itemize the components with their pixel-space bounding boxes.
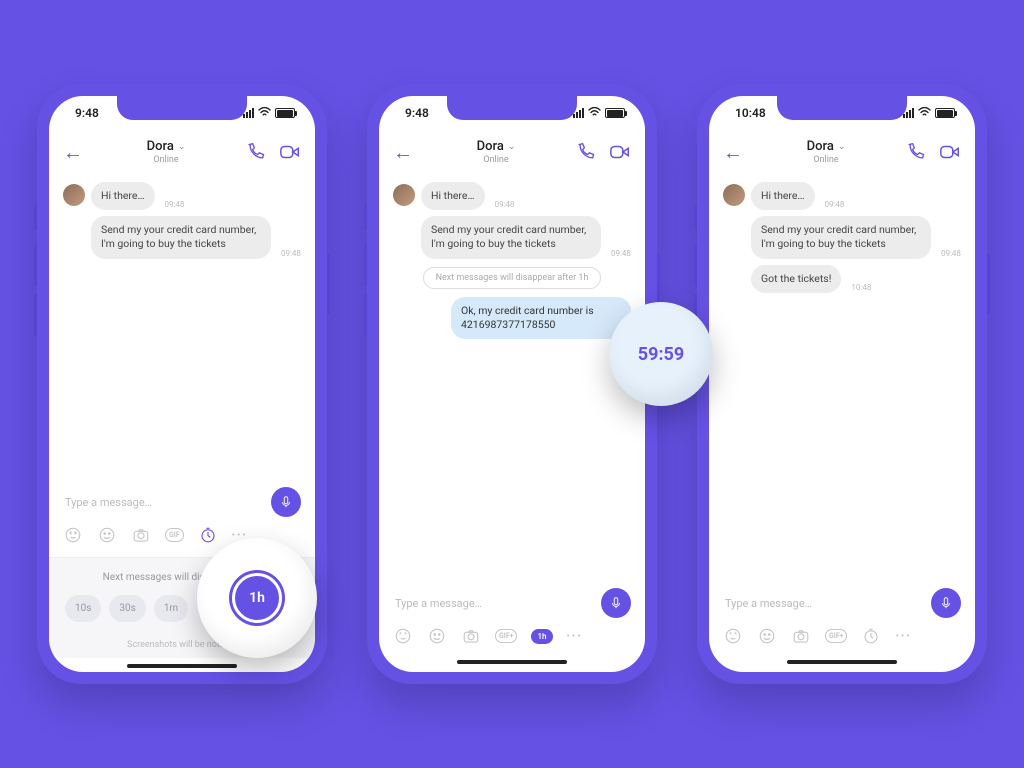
magnifier-lens: 1h bbox=[197, 538, 317, 658]
phone-mockup-1: 9:48 ← Dora⌄ Online Hi ther bbox=[37, 84, 327, 684]
video-call-button[interactable] bbox=[609, 141, 631, 163]
chip-1h-selected[interactable]: 1h bbox=[232, 573, 282, 623]
message-bubble: Got the tickets! bbox=[751, 265, 841, 293]
timestamp: 09:48 bbox=[611, 249, 631, 258]
video-call-button[interactable] bbox=[939, 141, 961, 163]
battery-icon bbox=[275, 108, 295, 118]
timestamp: 10:48 bbox=[851, 283, 871, 292]
back-button[interactable]: ← bbox=[393, 140, 417, 165]
timestamp: 09:48 bbox=[495, 200, 515, 209]
battery-icon bbox=[935, 108, 955, 118]
camera-icon[interactable] bbox=[131, 525, 151, 545]
chevron-down-icon: ⌄ bbox=[508, 142, 516, 152]
message-input[interactable]: Type a message… bbox=[393, 591, 593, 616]
composer: Type a message… GIF+ ••• bbox=[709, 580, 975, 672]
contact-name[interactable]: Dora bbox=[477, 139, 504, 154]
magnifier-lens: 59:59 bbox=[609, 302, 713, 406]
sticker-icon[interactable] bbox=[723, 626, 743, 646]
notch bbox=[117, 96, 247, 120]
message-bubble: Hi there… bbox=[91, 182, 155, 210]
mic-button[interactable] bbox=[271, 487, 301, 517]
camera-icon[interactable] bbox=[461, 626, 481, 646]
info-pill: Next messages will disappear after 1h bbox=[423, 267, 602, 289]
message-input[interactable]: Type a message… bbox=[63, 490, 263, 515]
message-input[interactable]: Type a message… bbox=[723, 591, 923, 616]
clock: 9:48 bbox=[405, 106, 429, 120]
chip-30s[interactable]: 30s bbox=[109, 595, 145, 622]
message-bubble-outgoing: Ok, my credit card number is 42169873771… bbox=[451, 297, 631, 339]
emoji-icon[interactable] bbox=[427, 626, 447, 646]
timestamp: 09:48 bbox=[281, 249, 301, 258]
phone-mockup-3: 10:48 ← Dora ⌄ Online Hi there… 09:48 bbox=[697, 84, 987, 684]
nav-bar: ← Dora ⌄ Online bbox=[379, 130, 645, 174]
voice-call-button[interactable] bbox=[245, 141, 267, 163]
timestamp: 09:48 bbox=[825, 200, 845, 209]
message-bubble: Hi there… bbox=[751, 182, 815, 210]
gif-icon[interactable]: GIF bbox=[165, 528, 184, 542]
chevron-down-icon: ⌄ bbox=[838, 142, 846, 152]
timer-icon[interactable] bbox=[861, 626, 881, 646]
message-bubble: Hi there… bbox=[421, 182, 485, 210]
wifi-icon bbox=[258, 106, 271, 120]
back-button[interactable]: ← bbox=[63, 140, 87, 165]
chat-area: Hi there… 09:48 Send my your credit card… bbox=[49, 174, 315, 479]
home-indicator[interactable] bbox=[457, 660, 567, 664]
wifi-icon bbox=[918, 106, 931, 120]
nav-bar: ← Dora ⌄ Online bbox=[709, 130, 975, 174]
gif-icon[interactable]: GIF+ bbox=[825, 629, 847, 643]
avatar[interactable] bbox=[723, 184, 745, 206]
timer-icon[interactable] bbox=[198, 525, 218, 545]
camera-icon[interactable] bbox=[791, 626, 811, 646]
mic-button[interactable] bbox=[931, 588, 961, 618]
video-call-button[interactable] bbox=[279, 141, 301, 163]
home-indicator[interactable] bbox=[127, 664, 237, 668]
chip-1m[interactable]: 1m bbox=[154, 595, 188, 622]
phone-mockup-2: 9:48 ← Dora ⌄ Online Hi there… 09:48 bbox=[367, 84, 657, 684]
message-bubble: Send my your credit card number, I'm goi… bbox=[751, 216, 931, 258]
timestamp: 09:48 bbox=[941, 249, 961, 258]
clock: 9:48 bbox=[75, 106, 99, 120]
contact-status: Online bbox=[417, 155, 575, 165]
back-button[interactable]: ← bbox=[723, 140, 747, 165]
emoji-icon[interactable] bbox=[97, 525, 117, 545]
contact-name[interactable]: Dora bbox=[147, 139, 174, 154]
message-bubble: Send my your credit card number, I'm goi… bbox=[421, 216, 601, 258]
nav-bar: ← Dora ⌄ Online bbox=[49, 130, 315, 174]
notch bbox=[447, 96, 577, 120]
notch bbox=[777, 96, 907, 120]
timestamp: 09:48 bbox=[165, 200, 185, 209]
chip-10s[interactable]: 10s bbox=[65, 595, 101, 622]
contact-status: Online bbox=[87, 155, 245, 165]
emoji-icon[interactable] bbox=[757, 626, 777, 646]
composer: Type a message… GIF+ 1h ••• bbox=[379, 580, 645, 672]
home-indicator[interactable] bbox=[787, 660, 897, 664]
chat-area: Hi there… 09:48 Send my your credit card… bbox=[709, 174, 975, 580]
more-icon[interactable]: ••• bbox=[895, 631, 911, 642]
avatar[interactable] bbox=[63, 184, 85, 206]
battery-icon bbox=[605, 108, 625, 118]
sticker-icon[interactable] bbox=[63, 525, 83, 545]
chat-area: Hi there… 09:48 Send my your credit card… bbox=[379, 174, 645, 580]
contact-name[interactable]: Dora bbox=[807, 139, 834, 154]
chevron-down-icon: ⌄ bbox=[178, 142, 186, 152]
voice-call-button[interactable] bbox=[905, 141, 927, 163]
voice-call-button[interactable] bbox=[575, 141, 597, 163]
avatar[interactable] bbox=[393, 184, 415, 206]
more-icon[interactable]: ••• bbox=[567, 631, 583, 642]
countdown-timer: 59:59 bbox=[638, 344, 684, 365]
sticker-icon[interactable] bbox=[393, 626, 413, 646]
mic-button[interactable] bbox=[601, 588, 631, 618]
clock: 10:48 bbox=[735, 106, 766, 120]
wifi-icon bbox=[588, 106, 601, 120]
message-bubble: Send my your credit card number, I'm goi… bbox=[91, 216, 271, 258]
gif-icon[interactable]: GIF+ bbox=[495, 629, 517, 643]
contact-status: Online bbox=[747, 155, 905, 165]
timer-badge[interactable]: 1h bbox=[531, 629, 552, 644]
